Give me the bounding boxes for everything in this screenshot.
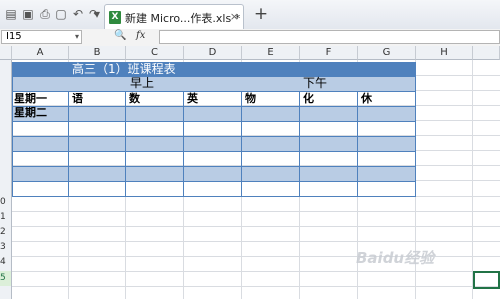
select-all-corner[interactable] bbox=[0, 46, 12, 60]
title-bar: ▤ ▣ ⎙ ▢ ↶ ↷ ▾ X 新建 Micro...作表.xls * × + bbox=[0, 0, 500, 30]
table-border bbox=[357, 91, 358, 197]
close-icon[interactable]: × bbox=[230, 10, 239, 23]
grid-line bbox=[12, 271, 500, 272]
table-border bbox=[299, 91, 300, 197]
function-icon[interactable]: fx bbox=[136, 30, 145, 41]
cell-subject[interactable]: 物 bbox=[245, 92, 256, 106]
table-border bbox=[12, 136, 416, 137]
cell-morning[interactable]: 早上 bbox=[130, 76, 154, 90]
grid-line bbox=[12, 226, 500, 227]
column-header[interactable]: F bbox=[300, 46, 358, 60]
column-header[interactable]: B bbox=[69, 46, 126, 60]
row-header[interactable]: 3 bbox=[0, 240, 12, 255]
table-border bbox=[12, 62, 13, 197]
new-tab-button[interactable]: + bbox=[252, 4, 270, 24]
cell-subject[interactable]: 化 bbox=[303, 92, 314, 106]
table-row[interactable] bbox=[12, 76, 415, 91]
cell-tuesday[interactable]: 星期二 bbox=[14, 106, 47, 120]
table-border bbox=[12, 196, 416, 197]
column-header[interactable]: D bbox=[184, 46, 242, 60]
cell-subject[interactable]: 语 bbox=[72, 92, 83, 106]
formula-input[interactable] bbox=[159, 30, 500, 44]
table-border bbox=[241, 91, 242, 197]
row-header[interactable]: 2 bbox=[0, 225, 12, 240]
table-row[interactable] bbox=[12, 106, 415, 121]
table-row[interactable] bbox=[12, 136, 415, 151]
table-row[interactable] bbox=[12, 166, 415, 181]
chevron-down-icon[interactable]: ▾ bbox=[75, 31, 79, 43]
table-row[interactable] bbox=[12, 182, 415, 197]
row-header[interactable]: 4 bbox=[0, 255, 12, 270]
row-header-selected[interactable]: 5 bbox=[0, 271, 12, 286]
table-border bbox=[183, 91, 184, 197]
grid-line bbox=[12, 241, 500, 242]
cell-subject[interactable]: 数 bbox=[129, 92, 140, 106]
table-border bbox=[68, 91, 69, 197]
column-header[interactable]: H bbox=[416, 46, 473, 60]
selected-cell[interactable] bbox=[473, 271, 500, 289]
column-header[interactable]: G bbox=[358, 46, 416, 60]
save-icon[interactable]: ▣ bbox=[20, 6, 36, 22]
zoom-icon[interactable]: 🔍 bbox=[114, 30, 126, 41]
undo-icon[interactable]: ↶ bbox=[70, 6, 86, 22]
cell-monday[interactable]: 星期一 bbox=[14, 92, 47, 106]
table-border bbox=[12, 181, 416, 182]
grid-line bbox=[12, 286, 500, 287]
dropdown-icon[interactable]: ▾ bbox=[92, 6, 102, 22]
print-preview-icon[interactable]: ▢ bbox=[53, 6, 69, 22]
table-border bbox=[12, 166, 416, 167]
document-tab[interactable]: X 新建 Micro...作表.xls * × bbox=[104, 4, 244, 29]
column-header[interactable]: A bbox=[12, 46, 69, 60]
column-header[interactable]: C bbox=[126, 46, 184, 60]
document-tab-label: 新建 Micro...作表.xls * bbox=[125, 12, 241, 25]
name-box-value: I15 bbox=[6, 31, 22, 42]
cell-subject[interactable]: 休 bbox=[361, 92, 372, 106]
table-border bbox=[12, 106, 416, 107]
cell-subject[interactable]: 英 bbox=[187, 92, 198, 106]
column-header[interactable]: E bbox=[242, 46, 300, 60]
print-icon[interactable]: ⎙ bbox=[37, 6, 53, 22]
name-box[interactable]: I15 ▾ bbox=[1, 30, 82, 44]
grid-line bbox=[12, 211, 500, 212]
row-header[interactable]: 0 bbox=[0, 195, 12, 210]
column-header[interactable] bbox=[473, 46, 500, 60]
table-border bbox=[125, 91, 126, 197]
row-header[interactable]: 1 bbox=[0, 210, 12, 225]
table-border bbox=[415, 62, 416, 197]
table-border bbox=[12, 121, 416, 122]
menu-icon[interactable]: ▤ bbox=[3, 6, 19, 22]
table-border bbox=[12, 151, 416, 152]
table-title: 高三（1）班课程表 bbox=[72, 62, 176, 76]
spreadsheet-icon: X bbox=[109, 11, 121, 24]
watermark: Baidu经验 bbox=[356, 249, 435, 267]
cell-afternoon[interactable]: 下午 bbox=[303, 76, 327, 90]
formula-bar: I15 ▾ 🔍 fx bbox=[0, 29, 500, 47]
